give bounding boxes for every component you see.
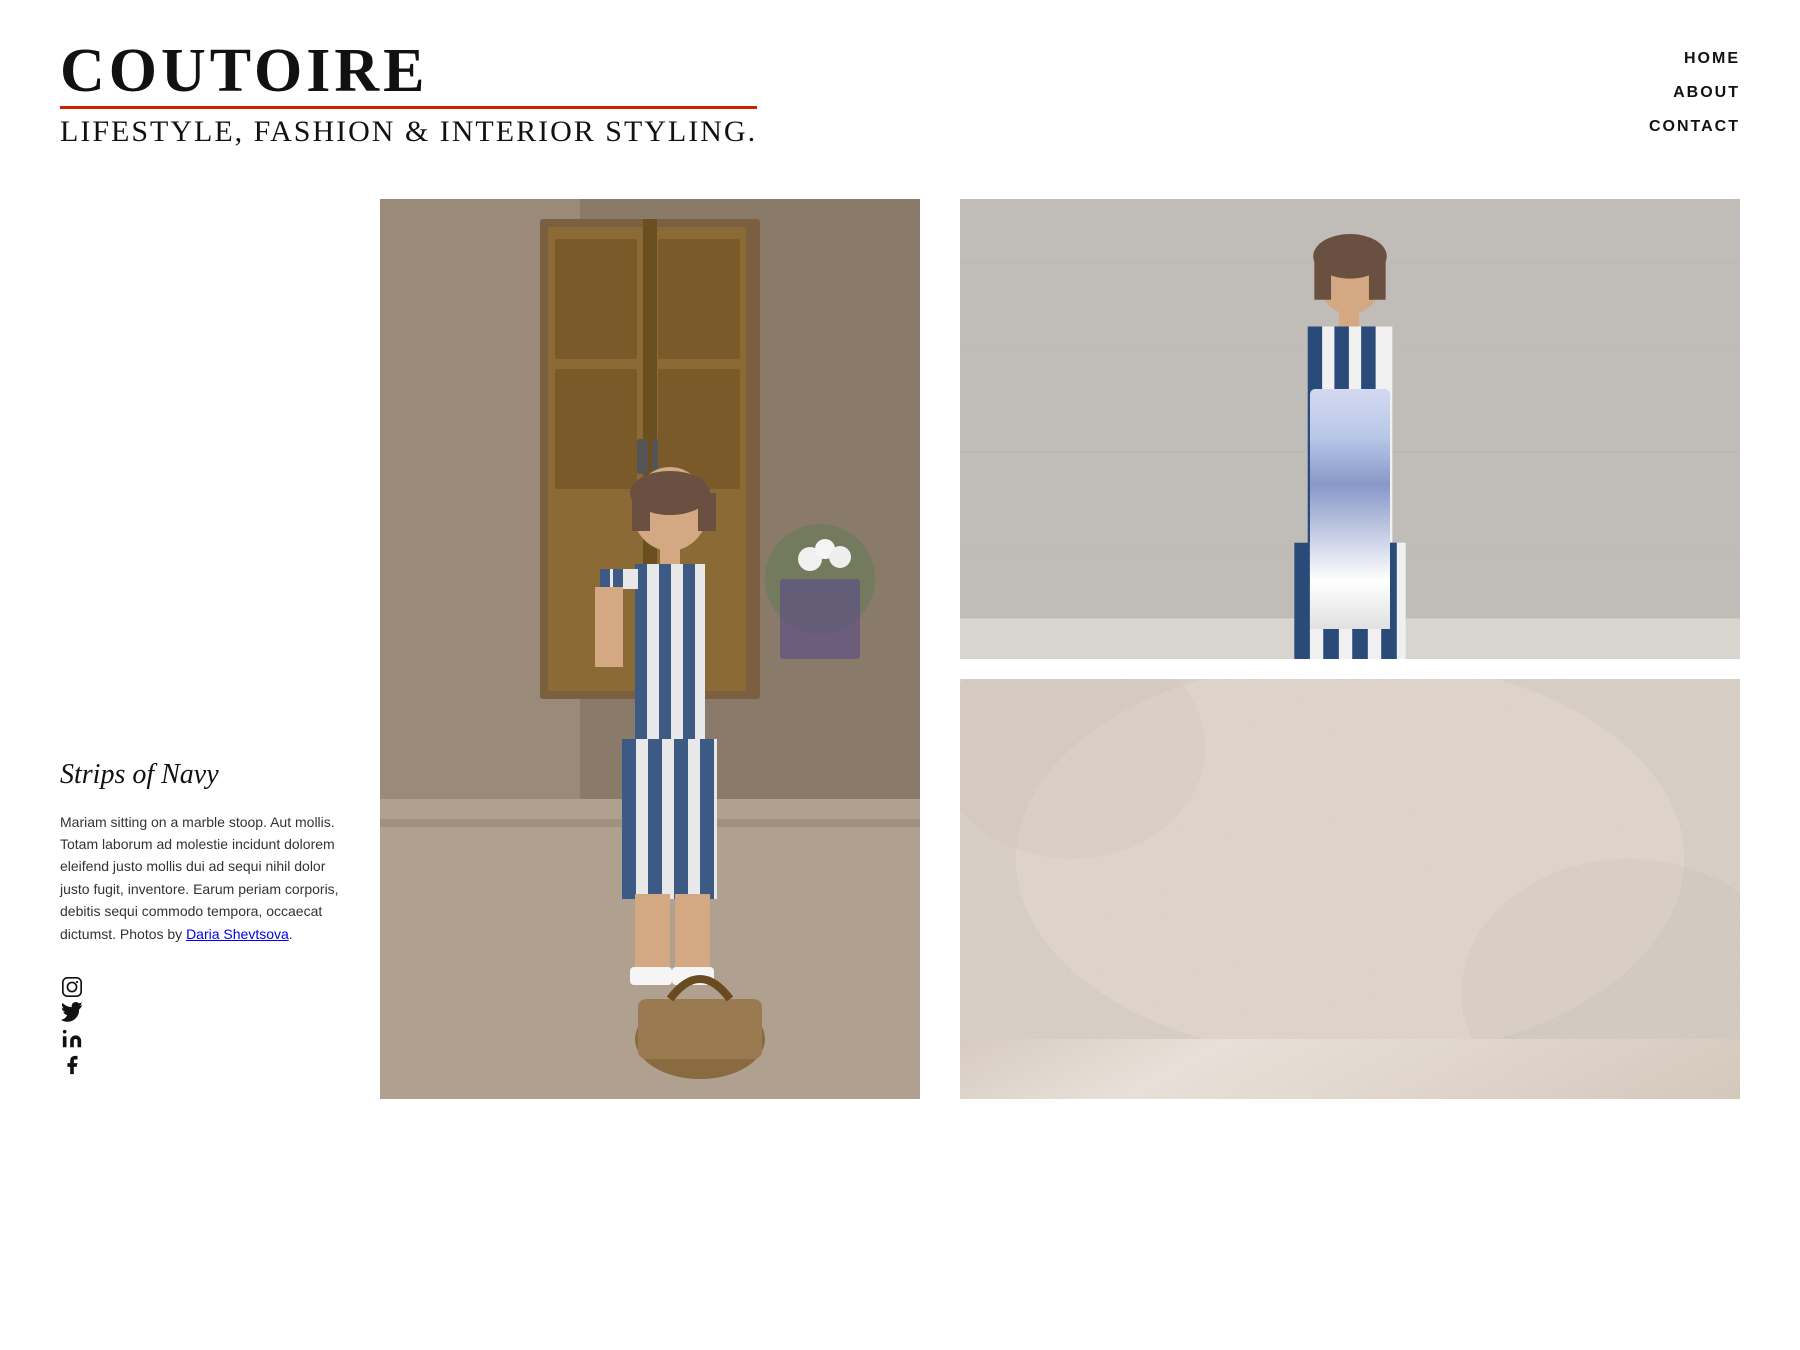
- nav-home[interactable]: HOME: [1684, 50, 1740, 68]
- facebook-icon[interactable]: [60, 1053, 84, 1077]
- logo-subtitle: LIFESTYLE, FASHION & INTERIOR STYLING.: [60, 115, 757, 149]
- right-bottom-image: [960, 679, 1740, 1099]
- post-description: Mariam sitting on a marble stoop. Aut mo…: [60, 811, 350, 945]
- post-title: Strips of Navy: [60, 759, 350, 791]
- twitter-icon[interactable]: [60, 1001, 84, 1025]
- main-content: Strips of Navy Mariam sitting on a marbl…: [0, 169, 1800, 1159]
- center-image-container: [380, 199, 920, 1099]
- photographer-link[interactable]: Daria Shevtsova: [186, 926, 289, 942]
- right-column: [920, 199, 1740, 1099]
- logo-block: COUTOIRE LIFESTYLE, FASHION & INTERIOR S…: [60, 40, 757, 149]
- left-sidebar: Strips of Navy Mariam sitting on a marbl…: [60, 199, 380, 1099]
- facebook-row: [60, 1053, 350, 1077]
- right-top-image: [960, 199, 1740, 659]
- social-icons: [60, 975, 350, 1079]
- nav-about[interactable]: ABOUT: [1673, 84, 1740, 102]
- instagram-icon[interactable]: [60, 975, 84, 999]
- nav-contact[interactable]: CONTACT: [1649, 118, 1740, 136]
- instagram-row: [60, 975, 350, 999]
- logo-title: COUTOIRE: [60, 40, 757, 109]
- twitter-row: [60, 1001, 350, 1025]
- center-photo: [380, 199, 920, 1099]
- header: COUTOIRE LIFESTYLE, FASHION & INTERIOR S…: [0, 0, 1800, 169]
- linkedin-icon[interactable]: [60, 1027, 84, 1051]
- main-nav: HOME ABOUT CONTACT: [1649, 40, 1740, 136]
- linkedin-row: [60, 1027, 350, 1051]
